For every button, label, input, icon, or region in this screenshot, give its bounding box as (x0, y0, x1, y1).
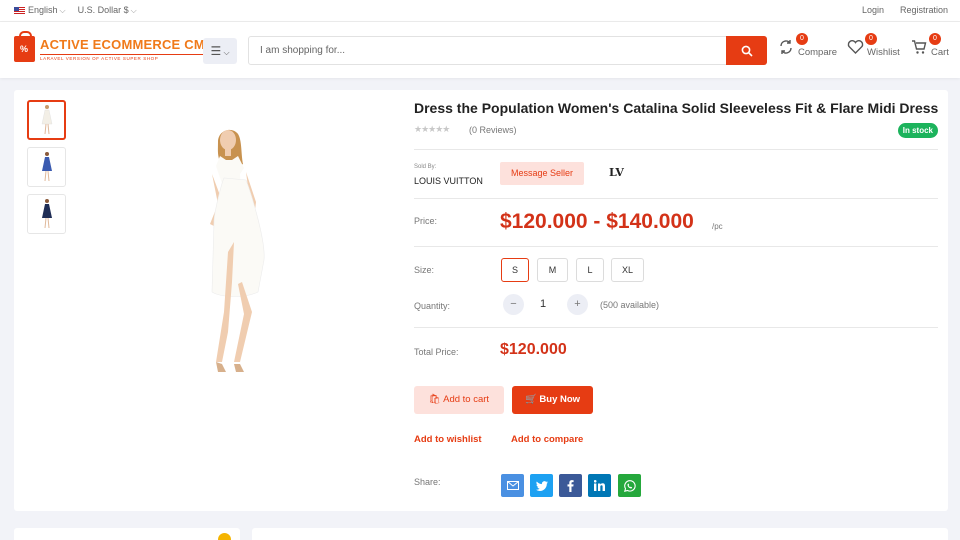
quantity-increase-button[interactable]: + (567, 294, 588, 315)
share-label: Share: (414, 477, 441, 487)
registration-link[interactable]: Registration (900, 5, 948, 15)
chevron-down-icon: ⌵ (130, 6, 137, 15)
search-bar (248, 36, 767, 65)
product-thumbnail[interactable] (27, 194, 66, 234)
total-price-label: Total Price: (414, 347, 459, 357)
sold-by-label: Sold By: (414, 164, 437, 170)
product-thumbnail[interactable] (27, 100, 66, 140)
compare-label: Compare (798, 47, 838, 58)
size-option-m[interactable]: M (537, 258, 568, 282)
chevron-down-icon: ⌵ (221, 48, 230, 57)
header: % ACTIVE ECOMMERCE CMS LARAVEL VERSION O… (0, 22, 960, 78)
language-selector[interactable]: English ⌵ (14, 5, 66, 16)
hamburger-icon: ☰ (210, 44, 222, 58)
divider (414, 327, 938, 328)
wishlist-link[interactable]: 0 Wishlist (847, 33, 900, 58)
add-to-cart-label: Add to cart (443, 394, 490, 405)
logo-title: ACTIVE ECOMMERCE CMS (40, 37, 214, 52)
add-to-wishlist-link[interactable]: Add to wishlist (414, 434, 482, 445)
whatsapp-icon (623, 479, 636, 492)
currency-label: U.S. Dollar $ (77, 5, 129, 15)
site-logo[interactable]: % ACTIVE ECOMMERCE CMS LARAVEL VERSION O… (14, 31, 214, 62)
buy-now-button[interactable]: 🛒 Buy Now (512, 386, 593, 414)
message-seller-button[interactable]: Message Seller (500, 162, 584, 185)
share-email-button[interactable] (501, 474, 524, 497)
divider (414, 246, 938, 247)
us-flag-icon (14, 7, 25, 14)
cart-icon: 0 (911, 33, 941, 57)
dress-thumbnail-image (41, 152, 52, 182)
facebook-icon (567, 479, 574, 492)
dress-thumbnail-image (41, 105, 52, 135)
email-icon (506, 481, 519, 490)
product-card: Dress the Population Women's Catalina So… (14, 90, 948, 511)
currency-selector[interactable]: U.S. Dollar $ ⌵ (78, 5, 137, 16)
cart-count-badge: 0 (929, 33, 941, 45)
size-option-s[interactable]: S (501, 258, 529, 282)
shopping-bag-icon: % (14, 31, 35, 62)
quantity-label: Quantity: (414, 301, 451, 311)
compare-icon: 0 (778, 33, 808, 57)
twitter-icon (535, 480, 548, 491)
search-input[interactable] (249, 37, 727, 64)
size-label: Size: (414, 265, 435, 275)
share-whatsapp-button[interactable] (618, 474, 641, 497)
product-main-image (210, 129, 265, 372)
stock-badge: In stock (897, 123, 938, 138)
heart-icon: 0 (847, 33, 877, 57)
divider (414, 149, 938, 150)
total-price: $120.000 (500, 341, 567, 358)
search-icon (741, 45, 753, 57)
seller-name[interactable]: LOUIS VUITTON (414, 176, 483, 186)
bottom-panel-right (252, 528, 948, 540)
add-to-cart-button[interactable]: 🛍 Add to cart (414, 386, 504, 414)
size-option-l[interactable]: L (576, 258, 604, 282)
price-label: Price: (414, 216, 438, 226)
compare-count-badge: 0 (796, 33, 808, 45)
login-link[interactable]: Login (862, 5, 884, 15)
compare-link[interactable]: 0 Compare (778, 33, 838, 58)
size-option-xl[interactable]: XL (611, 258, 644, 282)
bag-icon: 🛍 (428, 394, 444, 405)
bottom-panel-left (14, 528, 240, 540)
share-facebook-button[interactable] (559, 474, 582, 497)
linkedin-icon (594, 480, 605, 491)
review-count[interactable]: (0 Reviews) (469, 125, 517, 135)
add-to-compare-link[interactable]: Add to compare (511, 434, 583, 445)
product-thumbnail[interactable] (27, 147, 66, 187)
top-bar: English ⌵ U.S. Dollar $ ⌵ Login Registrati… (0, 0, 960, 22)
price-unit: /pc (712, 222, 723, 231)
logo-subtitle: LARAVEL VERSION OF ACTIVE SUPER SHOP (40, 54, 214, 61)
quantity-value[interactable]: 1 (540, 298, 546, 310)
cart-link[interactable]: 0 Cart (911, 33, 949, 58)
chevron-down-icon: ⌵ (59, 6, 66, 15)
brand-logo[interactable]: LV (609, 166, 624, 179)
product-title: Dress the Population Women's Catalina So… (414, 100, 939, 116)
divider (414, 198, 938, 199)
cart-icon: 🛒 (524, 394, 540, 405)
product-price: $120.000 - $140.000 (500, 210, 694, 233)
share-twitter-button[interactable] (530, 474, 553, 497)
quantity-decrease-button[interactable]: − (503, 294, 524, 315)
wishlist-count-badge: 0 (865, 33, 877, 45)
rating-stars: ★★★★★ (414, 124, 450, 134)
language-label: English (28, 5, 58, 15)
wishlist-label: Wishlist (867, 47, 900, 58)
cart-label: Cart (931, 47, 949, 58)
dress-thumbnail-image (41, 199, 52, 229)
share-linkedin-button[interactable] (588, 474, 611, 497)
badge-dot (218, 533, 231, 540)
available-count: (500 available) (600, 300, 660, 310)
search-button[interactable] (726, 36, 767, 65)
buy-now-label: Buy Now (539, 394, 581, 405)
category-menu-button[interactable]: ☰ ⌵ (203, 38, 237, 64)
